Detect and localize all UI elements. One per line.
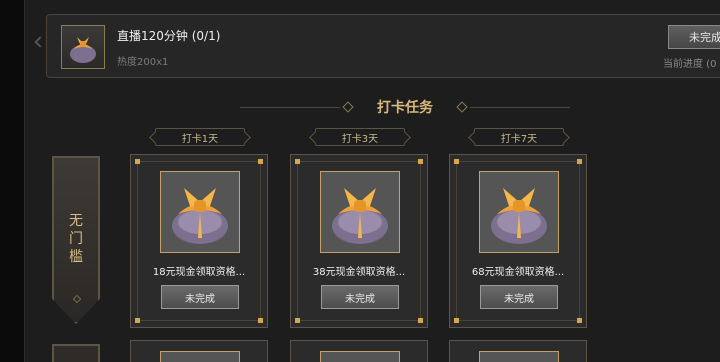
reward-card-day-3: 38元现金领取资格... 未完成 <box>290 154 428 328</box>
left-backdrop <box>0 0 24 362</box>
tier-banner-text: 无门槛 <box>69 213 83 265</box>
tier-banner-next <box>52 344 100 362</box>
reward-label: 68元现金领取资格... <box>471 267 565 278</box>
reward-card-next <box>449 340 587 362</box>
day-tag-7: 打卡7天 <box>474 128 564 146</box>
diamond-ornament-icon <box>72 294 82 304</box>
task-row-live-stream: 直播120分钟 (0/1) 热度200x1 未完成 当前进度 (0 <box>46 14 720 78</box>
header-divider-right <box>470 107 570 108</box>
reward-status-button[interactable]: 未完成 <box>480 285 558 309</box>
gift-bag-icon <box>61 25 105 69</box>
reward-status-button[interactable]: 未完成 <box>161 285 239 309</box>
day-tag-3: 打卡3天 <box>315 128 405 146</box>
gift-bag-icon <box>160 171 240 253</box>
task-title: 直播120分钟 (0/1) <box>117 29 221 43</box>
task-status-button[interactable]: 未完成 <box>668 25 720 49</box>
reward-label: 38元现金领取资格... <box>312 267 406 278</box>
reward-label: 18元现金领取资格... <box>152 267 246 278</box>
day-tag-1: 打卡1天 <box>155 128 245 146</box>
reward-card-next <box>130 340 268 362</box>
task-progress-label: 当前进度 (0 <box>663 59 717 70</box>
tier-banner: 无门槛 <box>52 156 100 324</box>
reward-status-button[interactable]: 未完成 <box>321 285 399 309</box>
reward-card-day-1: 18元现金领取资格... 未完成 <box>130 154 268 328</box>
gift-bag-icon <box>320 171 400 253</box>
section-header: 打卡任务 <box>240 97 570 117</box>
tier-banner-label: 无门槛 <box>54 212 98 266</box>
gift-bag-icon <box>479 171 559 253</box>
task-heat-reward: 热度200x1 <box>117 57 169 68</box>
reward-card-next <box>290 340 428 362</box>
reward-card-day-7: 68元现金领取资格... 未完成 <box>449 154 587 328</box>
